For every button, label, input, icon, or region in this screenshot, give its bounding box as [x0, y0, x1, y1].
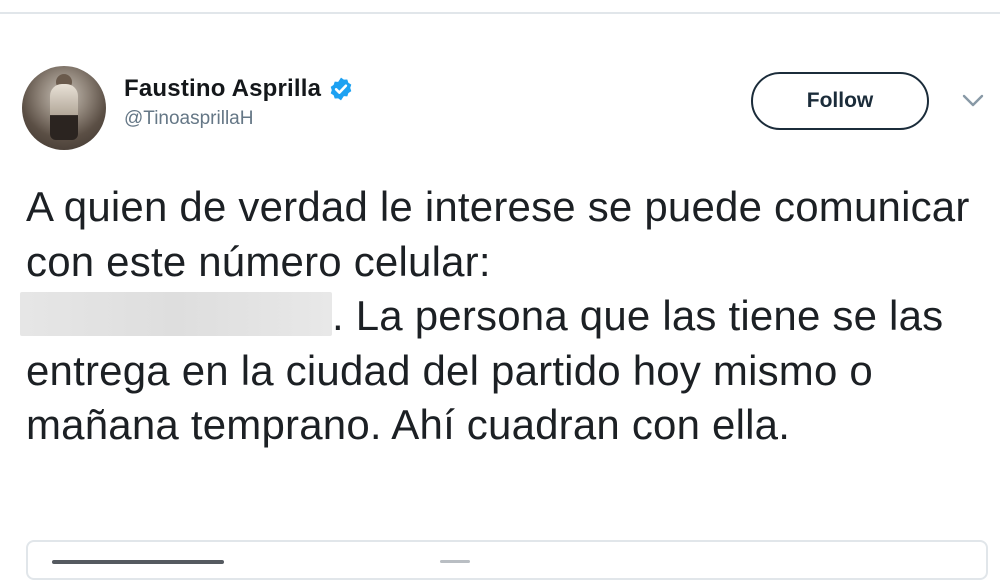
avatar-figure	[50, 84, 78, 140]
avatar[interactable]	[22, 66, 106, 150]
name-row: Faustino Asprilla	[124, 74, 354, 104]
follow-button[interactable]: Follow	[751, 72, 929, 130]
tweet-text-part1: A quien de verdad le interese se puede c…	[26, 183, 970, 285]
card-preview-line	[52, 560, 224, 564]
verified-badge-icon	[330, 77, 352, 101]
chevron-down-icon[interactable]	[962, 94, 984, 108]
redacted-phone-number	[20, 292, 332, 336]
user-handle[interactable]: @TinoasprillaH	[124, 108, 253, 130]
tweet-text: A quien de verdad le interese se puede c…	[20, 180, 986, 453]
display-name[interactable]: Faustino Asprilla	[124, 75, 321, 103]
tweet-header: Faustino Asprilla @TinoasprillaH Follow	[22, 64, 984, 154]
top-border	[0, 0, 1000, 14]
quoted-card-preview[interactable]	[26, 540, 988, 580]
